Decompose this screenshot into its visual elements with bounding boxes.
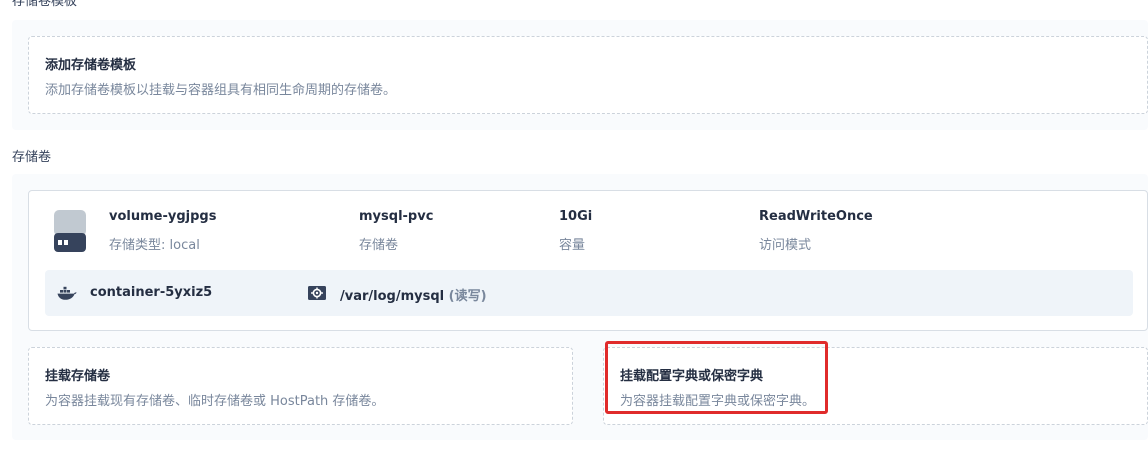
mount-path: /var/log/mysql xyxy=(340,289,445,304)
mount-configmap-secret-card[interactable]: 挂载配置字典或保密字典 为容器挂载配置字典或保密字典。 xyxy=(603,347,1148,425)
volume-pvc-label: 存储卷 xyxy=(359,238,399,253)
volume-storage-type: 存储类型: local xyxy=(109,238,200,253)
volume-access-mode-label: 访问模式 xyxy=(759,238,812,253)
add-volume-template-description: 添加存储卷模板以挂载与容器组具有相同生命周期的存储卷。 xyxy=(45,83,397,98)
hard-disk-icon xyxy=(52,209,88,253)
volume-template-section-title: 存储卷模板 xyxy=(12,0,78,9)
add-volume-template-card[interactable]: 添加存储卷模板 添加存储卷模板以挂载与容器组具有相同生命周期的存储卷。 xyxy=(28,36,1148,114)
volume-capacity: 10Gi xyxy=(559,209,593,224)
volume-section-title: 存储卷 xyxy=(12,150,52,165)
mount-volume-description: 为容器挂载现有存储卷、临时存储卷或 HostPath 存储卷。 xyxy=(45,394,385,409)
volume-pvc-name: mysql-pvc xyxy=(359,209,434,224)
volume-access-mode: ReadWriteOnce xyxy=(759,209,873,224)
mount-configmap-secret-title: 挂载配置字典或保密字典 xyxy=(620,369,764,384)
mount-path-text: /var/log/mysql (读写) xyxy=(340,285,487,304)
volume-settings-page: 存储卷模板 添加存储卷模板 添加存储卷模板以挂载与容器组具有相同生命周期的存储卷… xyxy=(0,0,1148,458)
mount-configmap-secret-description: 为容器挂载配置字典或保密字典。 xyxy=(620,394,816,409)
volume-template-panel: 添加存储卷模板 添加存储卷模板以挂载与容器组具有相同生命周期的存储卷。 xyxy=(12,20,1148,130)
add-volume-template-title: 添加存储卷模板 xyxy=(45,58,137,73)
container-mount-row: container-5yxiz5 /var/log/mysql (读写) xyxy=(45,270,1133,316)
mount-volume-card[interactable]: 挂载存储卷 为容器挂载现有存储卷、临时存储卷或 HostPath 存储卷。 xyxy=(28,347,573,425)
volume-card: volume-ygjpgs 存储类型: local mysql-pvc 存储卷 … xyxy=(28,190,1148,331)
mount-volume-title: 挂载存储卷 xyxy=(45,369,111,384)
docker-container-icon xyxy=(57,285,77,301)
mount-path-icon xyxy=(307,285,327,301)
mount-mode: (读写) xyxy=(448,289,487,304)
volume-name[interactable]: volume-ygjpgs xyxy=(109,209,216,224)
volume-capacity-label: 容量 xyxy=(559,238,586,253)
container-name: container-5yxiz5 xyxy=(90,285,213,300)
